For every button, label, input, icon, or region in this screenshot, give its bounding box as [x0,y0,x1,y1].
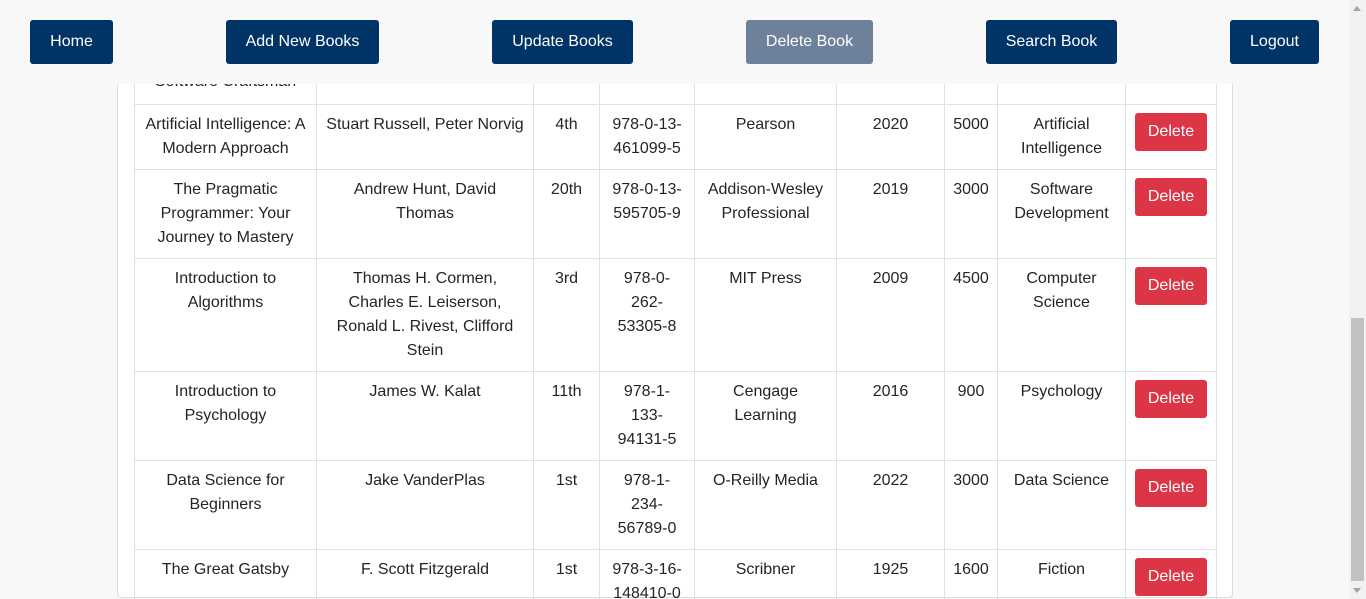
cell-year: 2022 [836,460,945,550]
table-row: Data Science for Beginners Jake VanderPla… [134,460,1217,550]
cell-year: 2020 [836,104,945,170]
cell-genre: Data Science [997,460,1126,550]
page: Software Craftsman Artificial Intelligen… [0,0,1349,599]
cell-genre: Software Development [997,169,1126,259]
cell-title: Data Science for Beginners [134,460,317,550]
cell-isbn: 978-1-234-56789-0 [599,460,695,550]
cell-publisher: MIT Press [694,258,837,372]
cell-publisher: Cengage Learning [694,371,837,461]
cell-publisher: O-Reilly Media [694,460,837,550]
delete-button[interactable]: Delete [1135,267,1207,305]
cell-authors: Jake VanderPlas [316,460,534,550]
cell-edition: 1st [533,549,600,599]
cell-action: Delete [1125,460,1217,550]
nav-home-button[interactable]: Home [30,20,113,64]
scroll-up-arrow-icon[interactable] [1353,6,1361,11]
cell-copies: 900 [944,371,998,461]
nav-update-books-button[interactable]: Update Books [492,20,633,64]
nav-logout-button[interactable]: Logout [1230,20,1319,64]
cell-edition: 4th [533,104,600,170]
scroll-thumb[interactable] [1351,318,1364,581]
nav-search-book-button[interactable]: Search Book [986,20,1117,64]
cell-year: 1925 [836,549,945,599]
cell-copies: 1600 [944,549,998,599]
cell-action: Delete [1125,169,1217,259]
table-row: Introduction to Psychology James W. Kalat… [134,371,1217,461]
cell-isbn: 978-3-16-148410-0 [599,549,695,599]
cell-authors: Andrew Hunt, David Thomas [316,169,534,259]
cell-authors: Thomas H. Cormen, Charles E. Leiserson, … [316,258,534,372]
delete-button[interactable]: Delete [1135,469,1207,507]
table-row: The Pragmatic Programmer: Your Journey t… [134,169,1217,259]
cell-publisher: Pearson [694,104,837,170]
cell-copies: 5000 [944,104,998,170]
cell-genre: Psychology [997,371,1126,461]
cell-title: Introduction to Algorithms [134,258,317,372]
nav-delete-book-button[interactable]: Delete Book [746,20,873,64]
table-row: The Great Gatsby F. Scott Fitzgerald 1st 97… [134,549,1217,599]
cell-authors: F. Scott Fitzgerald [316,549,534,599]
cell-title: Artificial Intelligence: A Modern Approa… [134,104,317,170]
cell-edition: 20th [533,169,600,259]
scroll-down-arrow-icon[interactable] [1353,588,1361,593]
books-table: Software Craftsman Artificial Intelligen… [134,0,1217,599]
cell-edition: 3rd [533,258,600,372]
cell-edition: 11th [533,371,600,461]
cell-authors: James W. Kalat [316,371,534,461]
cell-action: Delete [1125,549,1217,599]
cell-authors: Stuart Russell, Peter Norvig [316,104,534,170]
cell-copies: 3000 [944,460,998,550]
cell-copies: 3000 [944,169,998,259]
cell-genre: Artificial Intelligence [997,104,1126,170]
cell-isbn: 978-0-13-595705-9 [599,169,695,259]
cell-genre: Computer Science [997,258,1126,372]
cell-genre: Fiction [997,549,1126,599]
cell-title: Introduction to Psychology [134,371,317,461]
cell-year: 2009 [836,258,945,372]
table-row: Artificial Intelligence: A Modern Approa… [134,104,1217,170]
cell-isbn: 978-1-133-94131-5 [599,371,695,461]
cell-title: The Great Gatsby [134,549,317,599]
cell-action: Delete [1125,258,1217,372]
cell-copies: 4500 [944,258,998,372]
cell-edition: 1st [533,460,600,550]
top-navbar: Home Add New Books Update Books Delete B… [0,0,1349,84]
delete-button[interactable]: Delete [1135,380,1207,418]
cell-year: 2019 [836,169,945,259]
cell-isbn: 978-0-13-461099-5 [599,104,695,170]
vertical-scrollbar[interactable] [1349,0,1366,599]
table-row: Introduction to Algorithms Thomas H. Corm… [134,258,1217,372]
cell-action: Delete [1125,104,1217,170]
delete-button[interactable]: Delete [1135,558,1207,596]
cell-title: The Pragmatic Programmer: Your Journey t… [134,169,317,259]
delete-button[interactable]: Delete [1135,178,1207,216]
cell-publisher: Scribner [694,549,837,599]
cell-year: 2016 [836,371,945,461]
cell-action: Delete [1125,371,1217,461]
cell-isbn: 978-0-262-53305-8 [599,258,695,372]
delete-button[interactable]: Delete [1135,113,1207,151]
nav-add-new-books-button[interactable]: Add New Books [226,20,379,64]
cell-publisher: Addison-Wesley Professional [694,169,837,259]
